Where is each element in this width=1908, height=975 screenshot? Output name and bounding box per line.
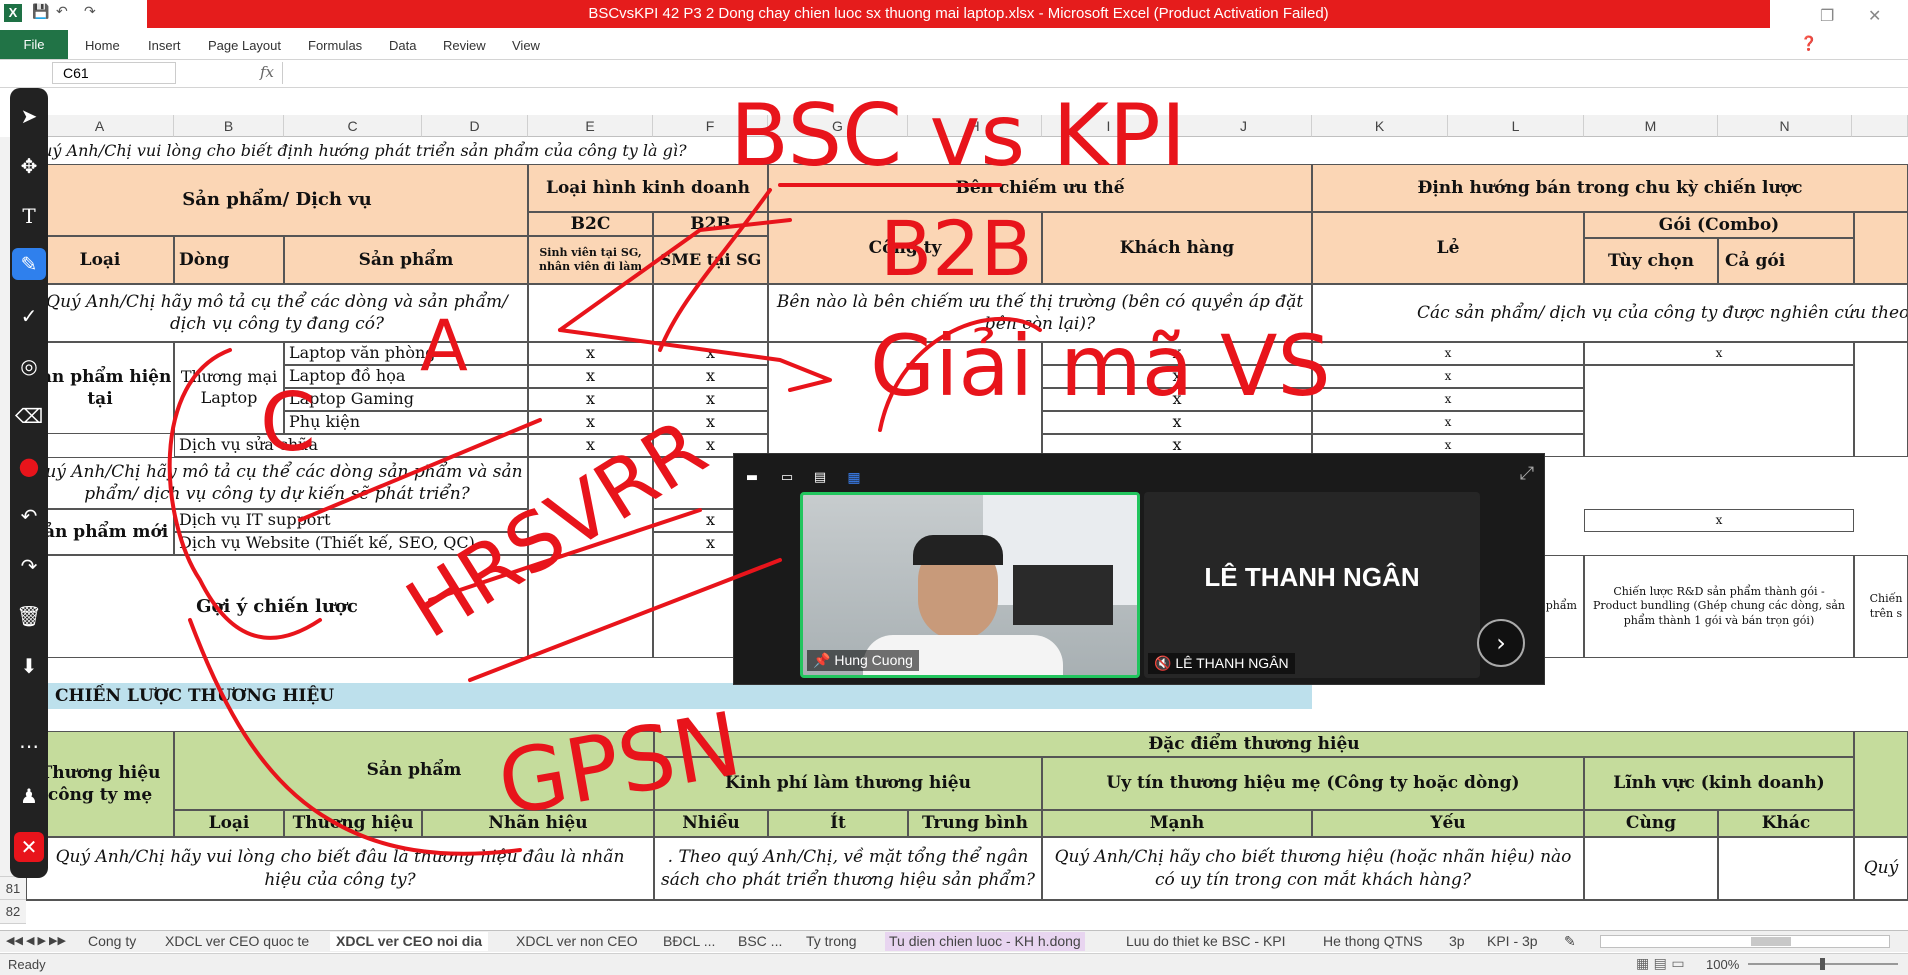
ink-text: Giải mã VS — [870, 317, 1331, 415]
ink-text: HRSVRR — [391, 401, 722, 656]
zoom-level[interactable]: 100% — [1706, 957, 1739, 972]
ink-stroke — [558, 328, 832, 392]
zoom-slider-thumb[interactable] — [1820, 958, 1825, 970]
ink-stroke — [188, 618, 522, 856]
sheet-tab[interactable]: Cong ty — [88, 932, 136, 951]
sheet-tab[interactable]: Tu dien chien luoc - KH h.dong — [885, 932, 1085, 951]
annotation-layer: BSC vs KPI B2B Giải mã VS HRSVRR GPSN A … — [167, 86, 1331, 856]
sheet-tab[interactable]: 3p — [1449, 932, 1465, 951]
zoom-slider[interactable] — [1748, 958, 1898, 970]
view-mode-icons[interactable]: ▦ ▤ ▭ — [1636, 956, 1685, 972]
ink-stroke — [658, 188, 772, 352]
ink-text: C — [260, 376, 316, 469]
sheet-tab-active[interactable]: XDCL ver CEO noi dia — [330, 932, 488, 951]
ink-text: B2B — [880, 204, 1033, 293]
status-ready: Ready — [8, 957, 46, 972]
ink-stroke — [298, 418, 542, 522]
sheet-tab[interactable]: Ty trong — [806, 932, 857, 951]
ink-text: A — [420, 305, 468, 387]
ink-text: GPSN — [491, 692, 748, 836]
ink-text: BSC vs KPI — [730, 86, 1186, 186]
scrollbar-thumb[interactable] — [1751, 937, 1791, 946]
sheet-tab[interactable]: XDCL ver CEO quoc te — [165, 932, 309, 951]
sheet-tab[interactable]: BĐCL ... — [663, 932, 715, 951]
sheet-nav-icon[interactable]: ◀◀ ◀ ▶ ▶▶ — [6, 932, 66, 951]
insert-sheet-icon[interactable]: ✎ — [1564, 932, 1576, 951]
sheet-tab[interactable]: Luu do thiet ke BSC - KPI — [1126, 932, 1286, 951]
sheet-tab[interactable]: KPI - 3p — [1487, 932, 1538, 951]
ink-stroke — [558, 218, 792, 332]
horizontal-scrollbar[interactable] — [1600, 935, 1890, 948]
status-bar — [0, 953, 1908, 975]
sheet-tab[interactable]: He thong QTNS — [1323, 932, 1423, 951]
sheet-tab[interactable]: XDCL ver non CEO — [516, 932, 638, 951]
sheet-tab[interactable]: BSC ... — [738, 932, 782, 951]
